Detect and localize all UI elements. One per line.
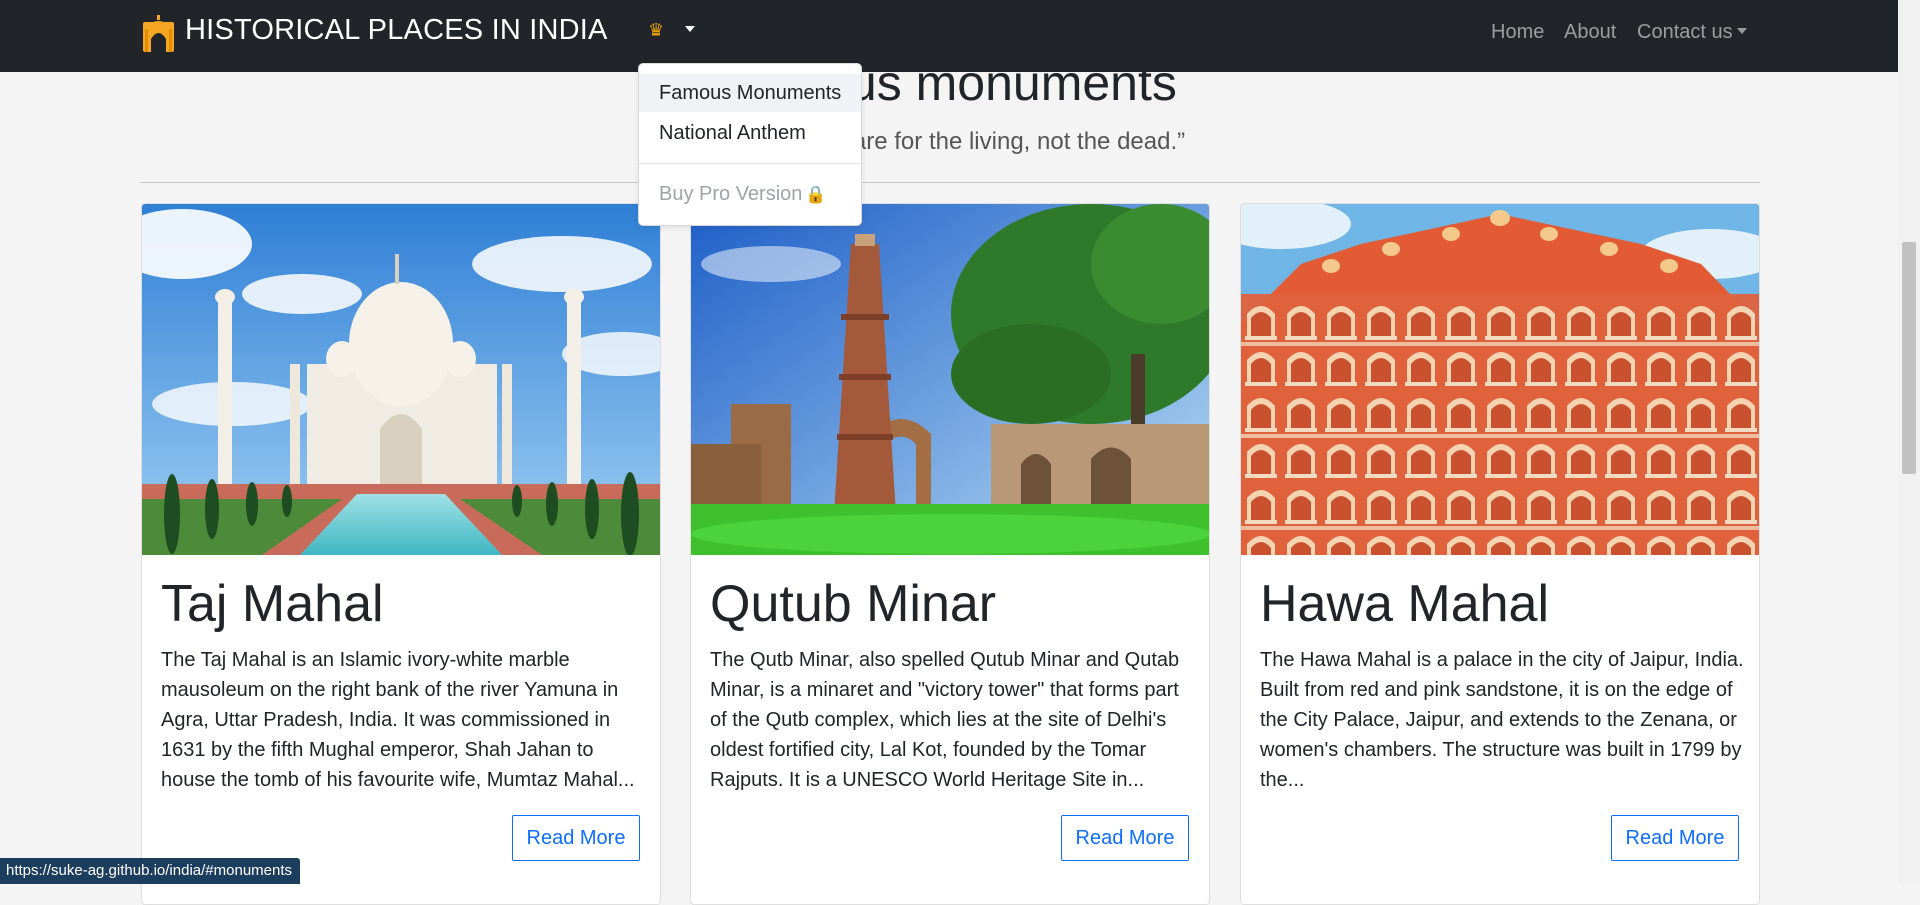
navbar: HISTORICAL PLACES IN INDIA ♛ Home About … [0, 0, 1898, 72]
monument-card-qutub-minar: Qutub Minar The Qutb Minar, also spelled… [690, 203, 1210, 905]
card-description: The Qutb Minar, also spelled Qutub Minar… [710, 649, 1180, 791]
dropdown-item-national-anthem[interactable]: National Anthem [639, 114, 861, 152]
chevron-down-icon [685, 26, 695, 32]
status-bar-url: https://suke-ag.github.io/india/#monumen… [0, 858, 301, 884]
dropdown-item-famous-monuments[interactable]: Famous Monuments [639, 74, 861, 112]
nav-about-link[interactable]: About [1564, 21, 1616, 44]
monument-card-hawa-mahal: Hawa Mahal The Hawa Mahal is a palace in… [1240, 203, 1760, 905]
dropdown-item-buy-pro[interactable]: Buy Pro Version 🔒 [639, 175, 861, 213]
card-title: Hawa Mahal [1260, 575, 1550, 633]
crown-icon: ♛ [648, 20, 665, 40]
read-more-button[interactable]: Read More [512, 815, 640, 861]
crown-dropdown-menu: Famous Monuments National Anthem Buy Pro… [638, 63, 862, 226]
section-divider [140, 182, 1760, 183]
section-quote: “Monuments are for the living, not the d… [712, 128, 1186, 155]
qutub-minar-image [691, 204, 1209, 555]
brand-title[interactable]: HISTORICAL PLACES IN INDIA [185, 14, 608, 47]
nav-contact-dropdown[interactable]: Contact us [1637, 21, 1747, 44]
dropdown-divider [639, 163, 861, 164]
scrollbar-thumb[interactable] [1902, 242, 1916, 474]
card-description: The Taj Mahal is an Islamic ivory-white … [161, 649, 635, 791]
taj-mahal-image [142, 204, 660, 555]
card-title: Qutub Minar [710, 575, 997, 633]
crown-dropdown-toggle[interactable]: ♛ [648, 18, 698, 44]
buy-pro-label: Buy Pro Version [659, 183, 803, 205]
nav-contact-label: Contact us [1637, 21, 1733, 43]
hawa-mahal-image [1241, 204, 1759, 555]
monument-logo-icon[interactable] [141, 15, 176, 52]
card-description: The Hawa Mahal is a palace in the city o… [1260, 649, 1744, 791]
nav-home-link[interactable]: Home [1491, 21, 1544, 44]
lock-icon: 🔒 [805, 185, 827, 204]
monument-card-taj-mahal: Taj Mahal The Taj Mahal is an Islamic iv… [141, 203, 661, 905]
read-more-button[interactable]: Read More [1061, 815, 1189, 861]
chevron-down-icon [1736, 28, 1747, 34]
card-title: Taj Mahal [161, 575, 384, 633]
read-more-button[interactable]: Read More [1611, 815, 1739, 861]
